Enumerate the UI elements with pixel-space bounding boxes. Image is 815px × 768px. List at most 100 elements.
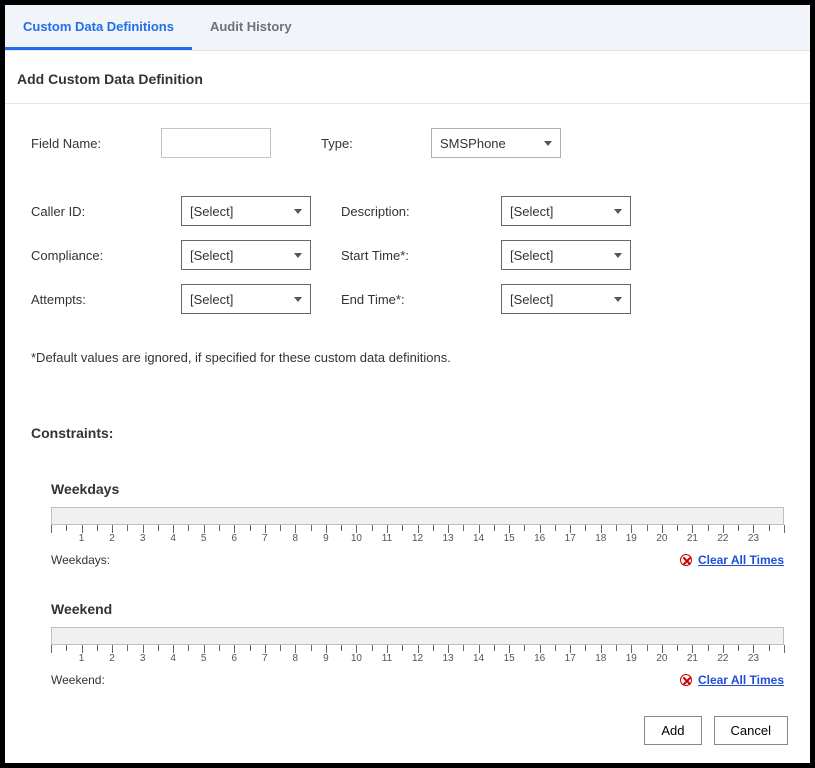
label-field-name: Field Name: (31, 136, 161, 151)
button-row: Add Cancel (644, 716, 788, 745)
constraint-weekend: Weekend 12345678910111213141516171819202… (5, 567, 810, 687)
select-end-time[interactable]: [Select] (501, 284, 631, 314)
tick-label: 16 (534, 653, 545, 664)
constraint-weekend-heading: Weekend (51, 601, 784, 617)
tab-custom-data-definitions[interactable]: Custom Data Definitions (5, 5, 192, 50)
tick-label: 18 (595, 533, 606, 544)
tick-label: 14 (473, 533, 484, 544)
tick-label: 23 (748, 653, 759, 664)
tick-label: 6 (231, 653, 237, 664)
select-end-time-value: [Select] (510, 292, 553, 307)
label-end-time: End Time*: (341, 292, 451, 307)
tick-label: 17 (565, 533, 576, 544)
select-caller-id[interactable]: [Select] (181, 196, 311, 226)
tick-label: 1 (79, 533, 85, 544)
chevron-down-icon (614, 209, 622, 214)
tick-label: 2 (109, 533, 115, 544)
tick-label: 3 (140, 533, 146, 544)
tick-label: 1 (79, 653, 85, 664)
label-description: Description: (341, 204, 451, 219)
tick-label: 21 (687, 533, 698, 544)
constraint-weekdays: Weekdays 1234567891011121314151617181920… (5, 447, 810, 567)
clear-all-times-weekdays[interactable]: Clear All Times (698, 553, 784, 567)
select-compliance-value: [Select] (190, 248, 233, 263)
tick-label: 12 (412, 533, 423, 544)
select-description-value: [Select] (510, 204, 553, 219)
add-button[interactable]: Add (644, 716, 701, 745)
label-compliance: Compliance: (31, 248, 181, 263)
tick-label: 3 (140, 653, 146, 664)
clear-all-times-weekend[interactable]: Clear All Times (698, 673, 784, 687)
tick-label: 15 (504, 533, 515, 544)
tick-label: 14 (473, 653, 484, 664)
tick-label: 6 (231, 533, 237, 544)
tick-label: 11 (382, 653, 392, 664)
timeline-weekdays-ticks: 1234567891011121314151617181920212223 (51, 525, 784, 547)
tick-label: 13 (442, 533, 453, 544)
tick-label: 10 (351, 653, 362, 664)
form-area: Field Name: Type: SMSPhone Caller ID: [S… (5, 104, 810, 314)
tick-label: 22 (717, 533, 728, 544)
select-attempts-value: [Select] (190, 292, 233, 307)
constraint-weekdays-footer-label: Weekdays: (51, 553, 110, 567)
timeline-weekend[interactable] (51, 627, 784, 645)
tick-label: 17 (565, 653, 576, 664)
select-start-time-value: [Select] (510, 248, 553, 263)
chevron-down-icon (294, 297, 302, 302)
tick-label: 22 (717, 653, 728, 664)
cancel-button[interactable]: Cancel (714, 716, 788, 745)
chevron-down-icon (614, 253, 622, 258)
select-start-time[interactable]: [Select] (501, 240, 631, 270)
tick-label: 10 (351, 533, 362, 544)
label-type: Type: (321, 136, 431, 151)
section-title: Add Custom Data Definition (5, 51, 810, 104)
note-default-values: *Default values are ignored, if specifie… (5, 328, 810, 365)
label-caller-id: Caller ID: (31, 204, 181, 219)
tick-label: 21 (687, 653, 698, 664)
tick-label: 19 (626, 653, 637, 664)
tab-audit-history[interactable]: Audit History (192, 5, 310, 50)
constraints-title: Constraints: (5, 365, 810, 447)
tick-label: 9 (323, 533, 329, 544)
tick-label: 9 (323, 653, 329, 664)
select-description[interactable]: [Select] (501, 196, 631, 226)
tick-label: 8 (293, 653, 299, 664)
clear-icon (680, 554, 692, 566)
label-start-time: Start Time*: (341, 248, 451, 263)
chevron-down-icon (544, 141, 552, 146)
tick-label: 11 (382, 533, 392, 544)
chevron-down-icon (614, 297, 622, 302)
tick-label: 7 (262, 533, 268, 544)
tick-label: 15 (504, 653, 515, 664)
tick-label: 7 (262, 653, 268, 664)
select-type[interactable]: SMSPhone (431, 128, 561, 158)
app-frame: Custom Data Definitions Audit History Ad… (0, 0, 815, 768)
select-attempts[interactable]: [Select] (181, 284, 311, 314)
select-caller-id-value: [Select] (190, 204, 233, 219)
tick-label: 16 (534, 533, 545, 544)
label-attempts: Attempts: (31, 292, 181, 307)
tick-label: 19 (626, 533, 637, 544)
tick-label: 13 (442, 653, 453, 664)
constraint-weekend-footer-label: Weekend: (51, 673, 105, 687)
input-field-name[interactable] (161, 128, 271, 158)
chevron-down-icon (294, 209, 302, 214)
tick-label: 8 (293, 533, 299, 544)
tick-label: 4 (170, 533, 176, 544)
select-compliance[interactable]: [Select] (181, 240, 311, 270)
timeline-weekdays[interactable] (51, 507, 784, 525)
tick-label: 20 (656, 653, 667, 664)
tab-bar: Custom Data Definitions Audit History (5, 5, 810, 51)
tick-label: 5 (201, 653, 207, 664)
tick-label: 23 (748, 533, 759, 544)
chevron-down-icon (294, 253, 302, 258)
tick-label: 20 (656, 533, 667, 544)
tick-label: 12 (412, 653, 423, 664)
timeline-weekend-ticks: 1234567891011121314151617181920212223 (51, 645, 784, 667)
constraint-weekdays-heading: Weekdays (51, 481, 784, 497)
select-type-value: SMSPhone (440, 136, 506, 151)
tick-label: 2 (109, 653, 115, 664)
tick-label: 18 (595, 653, 606, 664)
clear-icon (680, 674, 692, 686)
tick-label: 5 (201, 533, 207, 544)
